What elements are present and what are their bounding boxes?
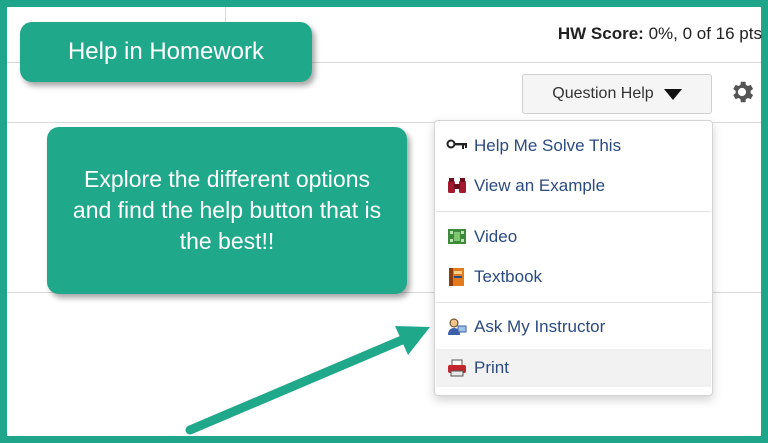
pointer-arrow (185, 326, 430, 435)
